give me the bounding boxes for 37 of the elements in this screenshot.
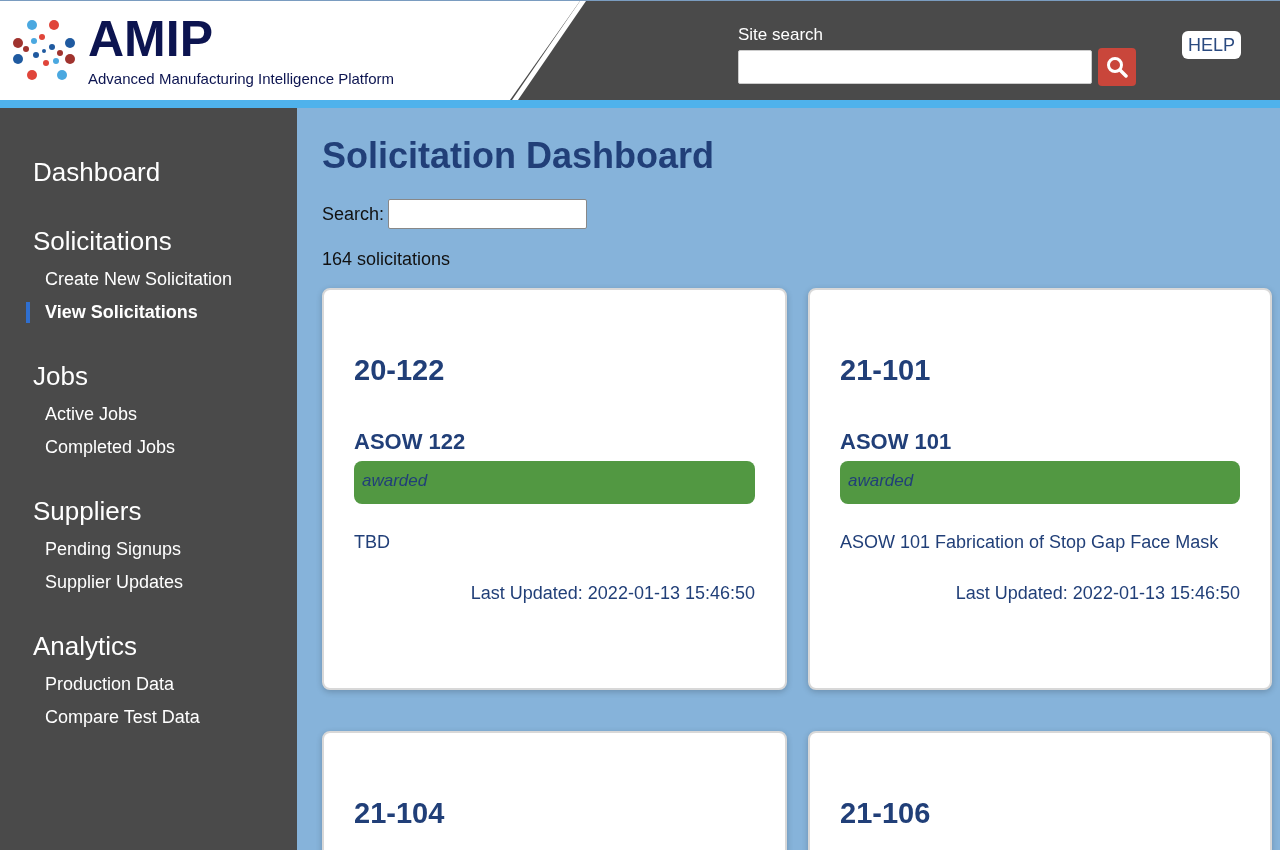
solicitation-number[interactable]: 21-104 bbox=[354, 797, 445, 830]
nav-item[interactable]: Supplier Updates bbox=[45, 572, 184, 593]
search-icon bbox=[1106, 56, 1128, 78]
site-search-field[interactable] bbox=[738, 50, 1092, 84]
solicitation-name: ASOW 101 bbox=[840, 429, 952, 455]
solicitation-count: 164 solicitations bbox=[322, 249, 451, 270]
status-bar: awarded bbox=[354, 461, 755, 504]
solicitation-description: ASOW 101 Fabrication of Stop Gap Face Mask bbox=[840, 532, 1219, 553]
nav-heading[interactable]: Jobs bbox=[33, 361, 88, 392]
nav-item[interactable]: Production Data bbox=[45, 674, 175, 695]
nav-item[interactable]: Pending Signups bbox=[45, 539, 182, 560]
search-button[interactable] bbox=[1098, 48, 1136, 86]
nav-item[interactable]: Completed Jobs bbox=[45, 437, 176, 458]
solicitation-description: TBD bbox=[354, 532, 390, 553]
page-title: Solicitation Dashboard bbox=[322, 135, 715, 177]
tagline: Advanced Manufacturing Intelligence Platform bbox=[88, 70, 394, 87]
last-updated: Last Updated: 2022-01-13 15:46:50 bbox=[955, 583, 1240, 604]
status-bar: awarded bbox=[840, 461, 1240, 504]
search-label: Search: bbox=[322, 203, 385, 225]
solicitation-name: ASOW 122 bbox=[354, 429, 466, 455]
nav-heading[interactable]: Suppliers bbox=[33, 496, 142, 527]
search-field[interactable] bbox=[388, 199, 588, 229]
nav-heading[interactable]: Dashboard bbox=[33, 157, 161, 188]
nav-item[interactable]: View Solicitations bbox=[45, 302, 198, 323]
solicitation-number[interactable]: 21-101 bbox=[840, 354, 931, 387]
solicitation-number[interactable]: 21-106 bbox=[840, 797, 931, 830]
search-label: Site search bbox=[738, 25, 825, 45]
help-button[interactable]: HELP bbox=[1182, 31, 1242, 59]
nav-heading[interactable]: Solicitations bbox=[33, 226, 172, 257]
nav-item[interactable]: Compare Test Data bbox=[45, 707, 200, 728]
logo-text: AMIP bbox=[88, 14, 214, 64]
last-updated: Last Updated: 2022-01-13 15:46:50 bbox=[470, 583, 755, 604]
solicitation-number[interactable]: 20-122 bbox=[354, 354, 445, 387]
nav-item[interactable]: Active Jobs bbox=[45, 404, 138, 425]
nav-heading[interactable]: Analytics bbox=[33, 631, 138, 662]
nav-item[interactable]: Create New Solicitation bbox=[45, 269, 233, 290]
logo-icon bbox=[12, 18, 76, 83]
